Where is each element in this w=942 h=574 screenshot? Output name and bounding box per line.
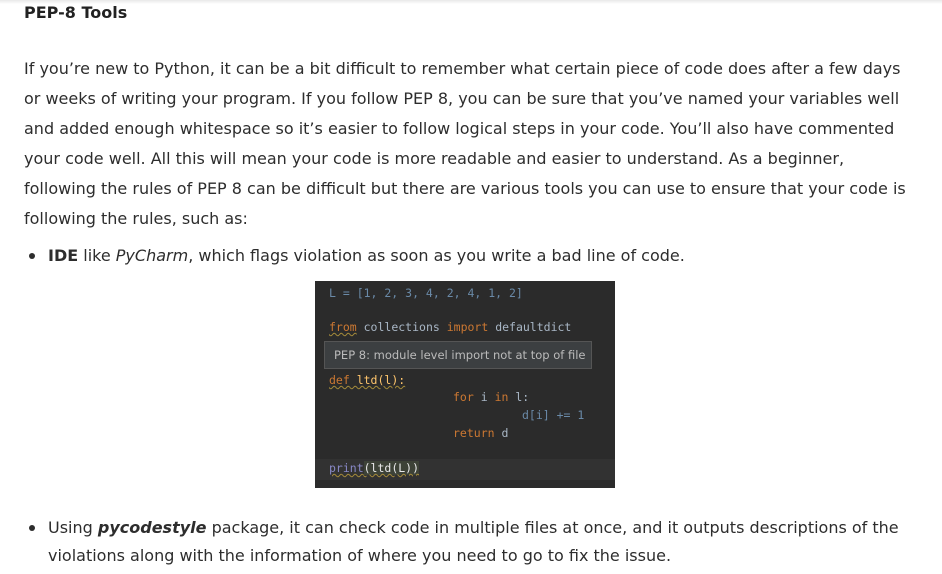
code-line: return d [453,426,508,440]
bold-italic-term: pycodestyle [97,518,207,537]
code-line: def ltd(l): [329,373,405,387]
keyword: from [329,320,357,334]
code-line: for i in l: [453,390,529,404]
list-item-text: IDE like PyCharm, which flags violation … [48,242,908,270]
keyword: in [494,390,509,404]
code-text: collections [356,320,447,334]
text-fragment: Using [48,518,98,537]
list-item-pycodestyle: Using pycodestyle package, it can check … [24,514,924,570]
keyword: def [329,373,350,387]
code-text: defaultdict [488,320,572,334]
code-text: l: [508,390,530,404]
code-text: (ltd(L)) [363,461,420,475]
keyword: return [453,426,495,440]
intro-paragraph: If you’re new to Python, it can be a bit… [24,59,906,228]
text-fragment: like [78,246,116,265]
bullet-dot [29,253,35,259]
code-text: ltd(l): [349,373,406,387]
section-heading: PEP-8 Tools [24,3,128,22]
keyword: import [446,320,489,334]
bullet-dot [29,525,35,531]
code-text: print [329,461,364,475]
list-item-text: Using pycodestyle package, it can check … [48,514,908,570]
code-line: L = [1, 2, 3, 4, 2, 4, 1, 2] [329,286,523,300]
top-shadow [0,0,942,4]
code-text: d [494,426,509,440]
code-line: d[i] += 1 [522,408,585,422]
list-item-ide: IDE like PyCharm, which flags violation … [24,242,924,270]
code-line: from collections import defaultdict [329,320,571,334]
bold-term: IDE [48,246,79,265]
code-text: i [473,390,495,404]
code-line: print(ltd(L)) [329,461,420,475]
keyword: for [453,390,474,404]
italic-term: PyCharm [115,246,189,265]
code-screenshot: L = [1, 2, 3, 4, 2, 4, 1, 2] from collec… [315,281,615,488]
text-fragment: , which flags violation as soon as you w… [188,246,685,265]
inspection-tooltip: PEP 8: module level import not at top of… [324,341,592,369]
